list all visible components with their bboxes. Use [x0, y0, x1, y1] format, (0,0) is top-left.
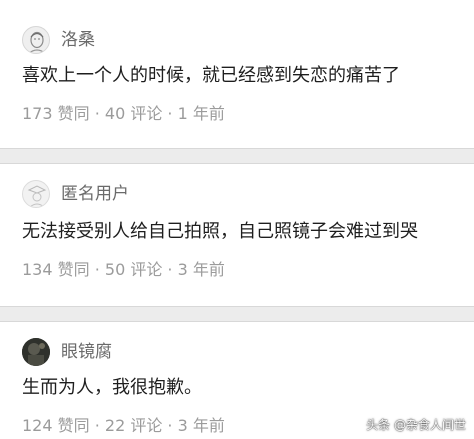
comment-text: 无法接受别人给自己拍照，自己照镜子会难过到哭: [22, 221, 418, 242]
avatar[interactable]: [22, 180, 50, 208]
card-separator: [0, 306, 474, 322]
anonymous-user-icon: [27, 185, 47, 207]
comment-meta: 124 赞同 · 22 评论 · 3 年前: [22, 416, 225, 435]
username[interactable]: 洛桑: [61, 30, 95, 50]
username[interactable]: 匿名用户: [61, 184, 129, 204]
watermark: 头条 @杂食人间世: [366, 418, 466, 432]
comment-meta: 173 赞同 · 40 评论 · 1 年前: [22, 104, 225, 123]
comment-meta: 134 赞同 · 50 评论 · 3 年前: [22, 260, 225, 279]
comment-text: 生而为人，我很抱歉。: [22, 377, 202, 398]
comment-text: 喜欢上一个人的时候，就已经感到失恋的痛苦了: [22, 65, 400, 86]
card-separator: [0, 148, 474, 164]
avatar[interactable]: [22, 26, 50, 54]
comment-card: 洛桑 喜欢上一个人的时候，就已经感到失恋的痛苦了 173 赞同 · 40 评论 …: [0, 0, 474, 148]
sketch-portrait-icon: [28, 31, 46, 53]
avatar[interactable]: [22, 338, 50, 366]
comment-card: 匿名用户 无法接受别人给自己拍照，自己照镜子会难过到哭 134 赞同 · 50 …: [0, 164, 474, 306]
username[interactable]: 眼镜腐: [61, 342, 112, 362]
dark-photo-icon: [22, 338, 50, 366]
